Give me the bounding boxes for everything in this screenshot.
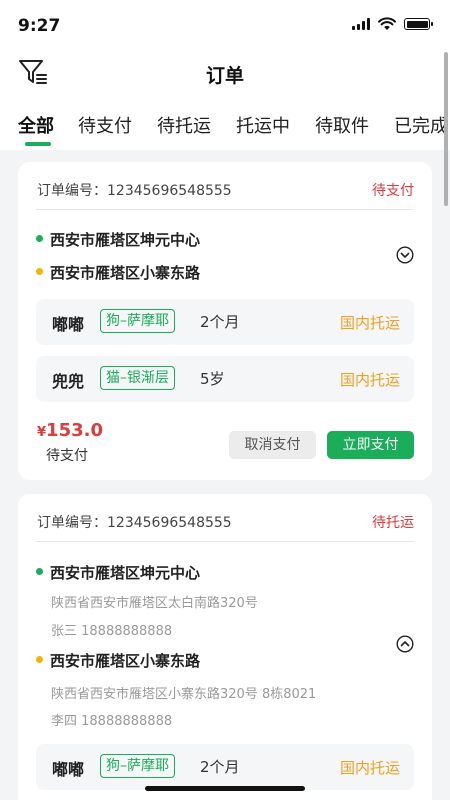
pet-breed-tag: 狗–萨摩耶	[100, 309, 175, 333]
tab-pending-shipping[interactable]: 待托运	[157, 112, 211, 138]
transport-type: 国内托运	[339, 314, 400, 332]
tab-all[interactable]: 全部	[18, 112, 54, 138]
tab-in-transit[interactable]: 托运中	[236, 112, 290, 138]
price-currency: ¥	[37, 425, 47, 440]
cancel-payment-button[interactable]: 取消支付	[229, 431, 316, 459]
pet-age: 2个月	[200, 313, 240, 331]
home-indicator[interactable]	[145, 786, 305, 791]
destination-address: 西安市雁塔区小寨东路	[50, 264, 201, 282]
pet-name: 嘟嘟	[52, 760, 85, 779]
pet-age: 5岁	[200, 370, 225, 388]
status-icons	[352, 17, 433, 31]
origin-address: 西安市雁塔区坤元中心	[50, 564, 201, 582]
tab-pending-pickup[interactable]: 待取件	[315, 112, 369, 138]
app-header: 订单	[0, 48, 450, 100]
pet-row: 嘟嘟 狗–萨摩耶 2个月 国内托运	[36, 744, 414, 790]
origin-dot	[36, 235, 43, 242]
active-tab-indicator	[25, 142, 51, 146]
tab-pending-payment[interactable]: 待支付	[78, 112, 132, 138]
divider	[36, 541, 414, 542]
pet-breed-tag: 狗–萨摩耶	[100, 754, 175, 778]
order-number: 订单编号：12345696548555	[37, 183, 232, 199]
origin-address: 西安市雁塔区坤元中心	[50, 231, 201, 249]
price-value: 153.0	[46, 420, 103, 441]
pay-now-button[interactable]: 立即支付	[327, 431, 414, 459]
chevron-down-icon[interactable]	[396, 246, 414, 264]
order-number: 订单编号：12345696548555	[37, 515, 232, 531]
order-card[interactable]: 订单编号：12345696548555 待托运 西安市雁塔区坤元中心 陕西省西安…	[18, 494, 432, 800]
origin-contact: 张三 18888888888	[51, 624, 173, 639]
scrollbar[interactable]	[444, 52, 448, 206]
tab-completed[interactable]: 已完成	[394, 112, 448, 138]
order-card[interactable]: 订单编号：12345696548555 待支付 西安市雁塔区坤元中心 西安市雁塔…	[18, 162, 432, 480]
divider	[36, 209, 414, 210]
signal-icon	[352, 18, 370, 30]
order-tabs: 全部 待支付 待托运 托运中 待取件 已完成	[0, 100, 450, 150]
origin-dot	[36, 568, 43, 575]
status-time: 9:27	[18, 16, 61, 36]
destination-contact: 李四 18888888888	[51, 714, 173, 729]
pet-breed-tag: 猫–银渐层	[100, 366, 175, 390]
chevron-up-icon[interactable]	[396, 635, 414, 653]
page-title: 订单	[205, 65, 244, 87]
pet-age: 2个月	[200, 758, 240, 776]
transport-type: 国内托运	[339, 371, 400, 389]
status-bar: 9:27	[0, 0, 450, 48]
transport-type: 国内托运	[339, 759, 400, 777]
destination-dot	[36, 656, 43, 663]
destination-address: 西安市雁塔区小寨东路	[50, 652, 201, 670]
wifi-icon	[378, 17, 396, 30]
order-price: ¥153.0	[37, 420, 103, 441]
pet-name: 嘟嘟	[52, 315, 85, 334]
destination-dot	[36, 268, 43, 275]
pet-name: 兜兜	[52, 372, 85, 391]
price-label: 待支付	[46, 448, 88, 464]
origin-detail: 陕西省西安市雁塔区太白南路320号	[51, 596, 258, 611]
order-status: 待托运	[372, 515, 414, 531]
pet-row: 兜兜 猫–银渐层 5岁 国内托运	[36, 356, 414, 402]
destination-detail: 陕西省西安市雁塔区小寨东路320号 8栋8021	[51, 687, 317, 702]
battery-icon	[404, 18, 433, 30]
order-status: 待支付	[372, 183, 414, 199]
pet-row: 嘟嘟 狗–萨摩耶 2个月 国内托运	[36, 299, 414, 345]
filter-icon[interactable]	[18, 58, 48, 86]
